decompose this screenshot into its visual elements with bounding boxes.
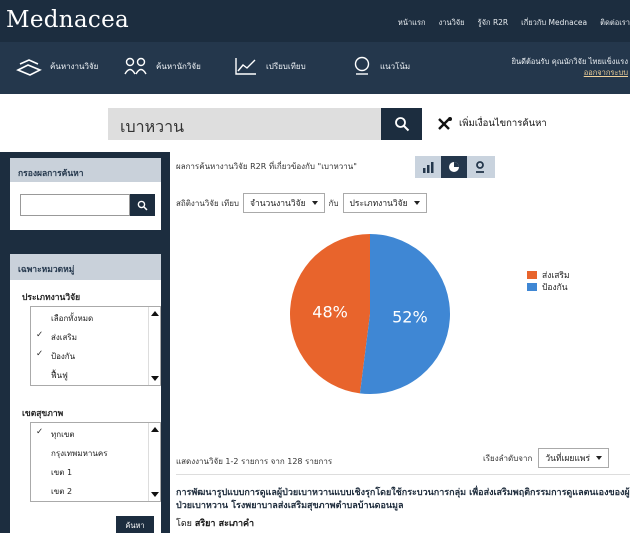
chevron-down-icon <box>311 201 318 205</box>
legend-item: ป้องกัน <box>527 281 570 293</box>
filter-input[interactable] <box>20 194 130 216</box>
welcome-text: ยินดีต้อนรับ คุณนักวิจัย ไทยแข็งแรง <box>511 57 628 66</box>
trend-globe-icon <box>354 56 370 75</box>
health-zone-label: เขตสุขภาพ <box>22 409 64 419</box>
tools-icon <box>438 116 452 130</box>
search-icon <box>137 200 148 211</box>
stat-measure-value: จำนวนงานวิจัย <box>249 199 306 209</box>
top-link-research[interactable]: งานวิจัย <box>439 17 465 29</box>
bar-chart-icon <box>423 161 434 173</box>
nav-bar: ค้นหางานวิจัย ค้นหานักวิจัย เปรียบเทียบ <box>0 42 630 94</box>
pie-slice-label: 48% <box>312 302 348 321</box>
stat-with: กับ <box>328 198 339 208</box>
research-type-label: ประเภทงานวิจัย <box>22 293 81 303</box>
compare-chart-icon <box>235 58 256 75</box>
nav-item-label: แนวโน้ม <box>380 61 411 71</box>
sort-value: วันที่เผยแพร่ <box>545 454 591 464</box>
category-box: ประเภทงานวิจัย เลือกทั้งหมด ส่งเสริม ป้อ… <box>10 280 161 533</box>
stat-dimension-select[interactable]: ประเภทงานวิจัย <box>342 193 427 213</box>
researchers-icon <box>124 57 147 75</box>
top-link-about-r2r[interactable]: รู้จัก R2R <box>478 17 509 29</box>
sort-label: เรียงลำดับจาก <box>483 453 533 463</box>
nav-item-label: ค้นหางานวิจัย <box>50 61 99 71</box>
top-bar: Mednacea หน้าแรก งานวิจัย รู้จัก R2R เกี… <box>0 0 630 42</box>
stat-measure-select[interactable]: จำนวนงานวิจัย <box>242 193 325 213</box>
result-summary: ผลการค้นหางานวิจัย R2R ที่เกี่ยวข้องกับ … <box>176 162 357 171</box>
legend-swatch <box>527 283 537 291</box>
app-frame: Mednacea หน้าแรก งานวิจัย รู้จัก R2R เกี… <box>0 0 630 533</box>
list-item[interactable]: ฟื้นฟู <box>31 364 160 383</box>
scrollbar[interactable] <box>148 307 160 385</box>
chevron-down-icon <box>413 201 420 205</box>
filter-search-button[interactable] <box>130 194 155 216</box>
nav-item-search-research[interactable]: ค้นหางานวิจัย <box>16 56 98 76</box>
scroll-up-icon[interactable] <box>151 427 159 432</box>
filter-box <box>10 182 161 230</box>
sort-controls: เรียงลำดับจาก วันที่เผยแพร่ <box>483 448 610 468</box>
search-row: เบาหวาน เพิ่มเงื่อนไขการค้นหา <box>0 94 630 152</box>
nav-item-search-researchers[interactable]: ค้นหานักวิจัย <box>124 56 201 76</box>
legend-label: ป้องกัน <box>542 283 568 293</box>
list-item[interactable]: ส่งเสริม <box>31 326 160 345</box>
view-pie-chart-button[interactable] <box>441 156 467 178</box>
scroll-down-icon[interactable] <box>151 376 159 381</box>
view-toggle <box>415 156 495 178</box>
nav-item-trend[interactable]: แนวโน้ม <box>352 56 410 76</box>
search-icon <box>394 117 409 132</box>
author-name[interactable]: สริยา สะเภาคำ <box>195 519 254 529</box>
map-pin-icon <box>476 161 484 173</box>
advanced-search-label: เพิ่มเงื่อนไขการค้นหา <box>459 118 547 129</box>
result-title-link[interactable]: การพัฒนารูปแบบการดูแลผู้ป่วยเบาหวานแบบเช… <box>176 487 630 513</box>
chevron-down-icon <box>596 456 603 460</box>
main-content: ผลการค้นหางานวิจัย R2R ที่เกี่ยวข้องกับ … <box>170 152 630 533</box>
logout-link[interactable]: ออกจากระบบ <box>512 67 628 78</box>
sidebar-search-button[interactable]: ค้นหา <box>116 516 154 533</box>
pie-chart: 48% 52% <box>290 234 450 394</box>
research-type-list[interactable]: เลือกทั้งหมด ส่งเสริม ป้องกัน ฟื้นฟู <box>30 306 161 386</box>
scroll-up-icon[interactable] <box>151 311 159 316</box>
top-links: หน้าแรก งานวิจัย รู้จัก R2R เกี่ยวกับ Me… <box>398 17 630 29</box>
filter-title: กรองผลการค้นหา <box>10 158 161 184</box>
view-bar-chart-button[interactable] <box>415 156 441 178</box>
stat-dimension-value: ประเภทงานวิจัย <box>349 199 408 209</box>
scrollbar[interactable] <box>148 423 160 501</box>
stat-controls: สถิติงานวิจัย เทียบ จำนวนงานวิจัย กับ ปร… <box>176 193 427 213</box>
nav-item-label: ค้นหานักวิจัย <box>156 61 201 71</box>
top-link-about-mednacea[interactable]: เกี่ยวกับ Mednacea <box>521 17 587 29</box>
results-count: แสดงงานวิจัย 1-2 รายการ จาก 128 รายการ <box>176 457 333 466</box>
stat-prefix: สถิติงานวิจัย เทียบ <box>176 198 239 208</box>
nav-item-compare[interactable]: เปรียบเทียบ <box>234 56 306 76</box>
nav-item-label: เปรียบเทียบ <box>266 61 306 71</box>
search-button[interactable] <box>381 108 422 140</box>
health-zone-list[interactable]: ทุกเขต กรุงเทพมหานคร เขต 1 เขต 2 <box>30 422 161 502</box>
search-query: เบาหวาน <box>120 117 185 136</box>
sort-select[interactable]: วันที่เผยแพร่ <box>538 448 610 468</box>
author-prefix: โดย <box>176 519 192 529</box>
list-item[interactable]: ทุกเขต <box>31 423 160 442</box>
result-author: โดย สริยา สะเภาคำ <box>176 516 254 530</box>
pie-chart-icon <box>449 162 459 172</box>
legend-swatch <box>527 271 537 279</box>
list-item[interactable]: เขต 1 <box>31 461 160 480</box>
divider <box>176 474 630 475</box>
advanced-search-link[interactable]: เพิ่มเงื่อนไขการค้นหา <box>437 116 547 131</box>
welcome-box: ยินดีต้อนรับ คุณนักวิจัย ไทยแข็งแรง ออกจ… <box>512 56 628 78</box>
view-map-button[interactable] <box>467 156 493 178</box>
list-item[interactable]: เขต 2 <box>31 480 160 499</box>
search-research-icon <box>16 59 42 76</box>
category-title: เฉพาะหมวดหมู่ <box>10 254 161 280</box>
pie-slice-label: 52% <box>392 308 428 327</box>
chart-legend: ส่งเสริม ป้องกัน <box>527 269 570 293</box>
list-item[interactable]: กรุงเทพมหานคร <box>31 442 160 461</box>
top-link-home[interactable]: หน้าแรก <box>398 17 426 29</box>
scroll-down-icon[interactable] <box>151 492 159 497</box>
list-item[interactable]: ป้องกัน <box>31 345 160 364</box>
list-item[interactable]: เลือกทั้งหมด <box>31 307 160 326</box>
top-link-contact[interactable]: ติดต่อเรา <box>600 17 630 29</box>
app-logo[interactable]: Mednacea <box>6 7 129 33</box>
search-input[interactable]: เบาหวาน <box>108 108 381 140</box>
